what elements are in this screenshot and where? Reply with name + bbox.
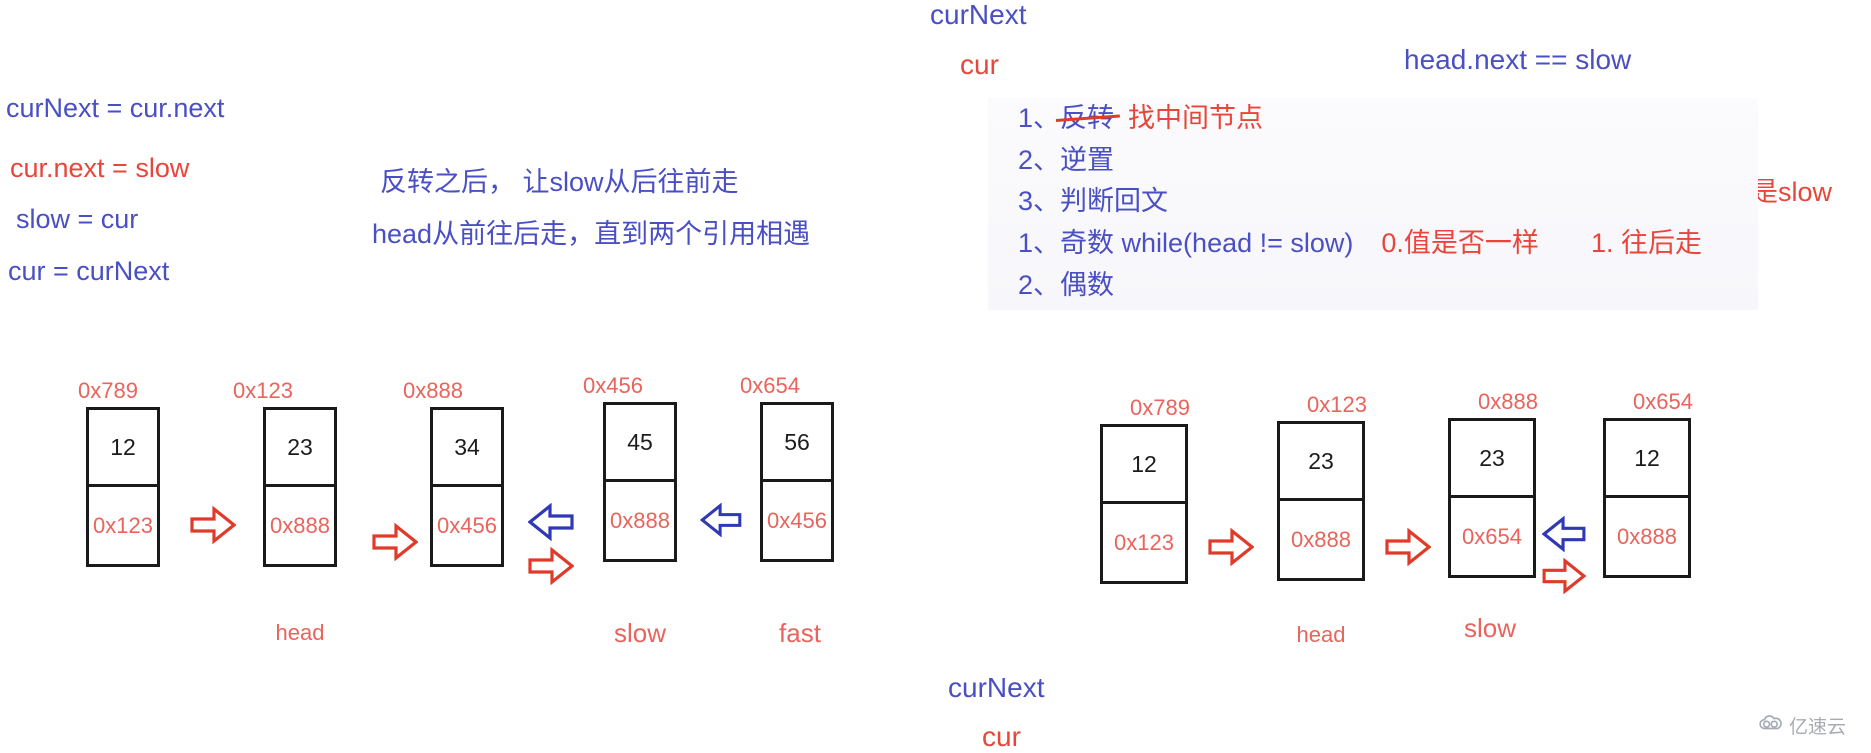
left-node-3: 34 0x456 bbox=[430, 407, 504, 567]
right-node-1: 12 0x123 bbox=[1100, 424, 1188, 584]
left-node-4-next-cell: 0x888 bbox=[606, 482, 674, 559]
right-arrow-red-right-1 bbox=[1208, 528, 1254, 566]
right-node-2-pointer-label: head bbox=[1296, 622, 1346, 647]
right-node-3-pointer-label: slow bbox=[1463, 613, 1516, 643]
right-node-3-address-label: 0x888 bbox=[1478, 389, 1538, 414]
left-node-2-next-address: 0x888 bbox=[270, 512, 330, 538]
right-node-3-value: 23 bbox=[1479, 444, 1505, 471]
left-node-5-value-cell: 56 bbox=[763, 405, 831, 482]
right-node-1-next-cell: 0x123 bbox=[1103, 504, 1185, 581]
left-node-4-value: 45 bbox=[627, 428, 653, 455]
left-node-1: 12 0x123 bbox=[86, 407, 160, 567]
left-node-2: 23 0x888 bbox=[263, 407, 337, 567]
left-node-1-address-label: 0x789 bbox=[78, 378, 138, 403]
step-2-number: 2、 bbox=[1018, 144, 1061, 175]
right-arrow-red-right-3 bbox=[1542, 558, 1586, 594]
left-node-4-pointer-label: slow bbox=[613, 618, 666, 648]
left-node-3-value: 34 bbox=[454, 433, 480, 460]
right-node-4-next-cell: 0x888 bbox=[1606, 498, 1688, 575]
right-node-4-next-address: 0x888 bbox=[1617, 523, 1677, 549]
right-node-2-next-cell: 0x888 bbox=[1280, 501, 1362, 578]
left-node-2-next-cell: 0x888 bbox=[266, 487, 334, 564]
left-node-3-next-cell: 0x456 bbox=[433, 487, 501, 564]
slide-canvas: curNext = cur.next cur.next = slow slow … bbox=[0, 0, 1871, 753]
left-node-3-address-label: 0x888 bbox=[403, 378, 463, 403]
left-node-5-address-label: 0x654 bbox=[740, 373, 800, 398]
right-cur-top-label: cur bbox=[960, 49, 999, 80]
left-node-4-address-label: 0x456 bbox=[583, 373, 643, 398]
right-node-4: 12 0x888 bbox=[1603, 418, 1691, 578]
left-node-2-pointer-label: head bbox=[275, 620, 325, 645]
left-node-3-value-cell: 34 bbox=[433, 410, 501, 487]
right-cur-next-top-label: curNext bbox=[930, 0, 1027, 30]
right-node-2-value-cell: 23 bbox=[1280, 424, 1362, 501]
left-node-1-value: 12 bbox=[110, 433, 136, 460]
left-node-1-value-cell: 12 bbox=[89, 410, 157, 487]
step-3-number: 3、 bbox=[1018, 186, 1061, 217]
left-node-2-address-label: 0x123 bbox=[233, 378, 293, 403]
right-node-4-value-cell: 12 bbox=[1606, 421, 1688, 498]
left-node-5-value: 56 bbox=[784, 428, 810, 455]
left-node-1-next-cell: 0x123 bbox=[89, 487, 157, 564]
left-node-4-value-cell: 45 bbox=[606, 405, 674, 482]
right-node-2-value: 23 bbox=[1308, 447, 1334, 474]
right-node-1-address-label: 0x789 bbox=[1130, 395, 1190, 420]
left-node-2-value-cell: 23 bbox=[266, 410, 334, 487]
right-arrow-blue-left-1 bbox=[1542, 516, 1586, 552]
left-node-4: 45 0x888 bbox=[603, 402, 677, 562]
step-4-number: 1、 bbox=[1018, 228, 1061, 259]
watermark-text: 亿速云 bbox=[1789, 717, 1847, 738]
right-linked-list-diagram: 0x789 12 0x123 0x123 23 0x888 head 0x888… bbox=[1080, 0, 1871, 753]
left-node-5-next-cell: 0x456 bbox=[763, 482, 831, 559]
right-node-4-address-label: 0x654 bbox=[1633, 389, 1693, 414]
watermark: 亿速云 bbox=[1758, 712, 1846, 739]
step-1-number: 1、 bbox=[1018, 103, 1061, 133]
left-node-1-next-address: 0x123 bbox=[93, 512, 153, 538]
right-node-1-next-address: 0x123 bbox=[1114, 529, 1174, 555]
left-node-5: 56 0x456 bbox=[760, 402, 834, 562]
right-cur-next-bottom-label: curNext bbox=[948, 672, 1045, 703]
left-node-4-next-address: 0x888 bbox=[610, 507, 670, 533]
right-node-3-value-cell: 23 bbox=[1451, 421, 1533, 498]
cloud-icon bbox=[1758, 714, 1784, 737]
right-node-4-value: 12 bbox=[1634, 444, 1660, 471]
right-node-1-value: 12 bbox=[1131, 450, 1157, 477]
left-node-5-pointer-label: fast bbox=[779, 618, 821, 648]
right-node-2-address-label: 0x123 bbox=[1307, 392, 1367, 417]
left-node-2-value: 23 bbox=[287, 433, 313, 460]
right-node-3-next-cell: 0x654 bbox=[1451, 498, 1533, 575]
right-node-2-next-address: 0x888 bbox=[1291, 526, 1351, 552]
right-arrow-red-right-2 bbox=[1385, 528, 1431, 566]
left-arrow-red-right-1 bbox=[190, 506, 236, 544]
right-node-2: 23 0x888 bbox=[1277, 421, 1365, 581]
left-linked-list-diagram: 0x789 12 0x123 0x123 23 0x888 head 0x888… bbox=[0, 0, 850, 753]
left-node-5-next-address: 0x456 bbox=[767, 507, 827, 533]
right-node-3: 23 0x654 bbox=[1448, 418, 1536, 578]
left-arrow-red-right-3 bbox=[528, 547, 574, 585]
left-arrow-blue-left-1 bbox=[528, 503, 574, 541]
right-node-1-value-cell: 12 bbox=[1103, 427, 1185, 504]
left-arrow-blue-left-2 bbox=[700, 503, 742, 537]
left-arrow-red-right-2 bbox=[372, 523, 418, 561]
left-node-3-next-address: 0x456 bbox=[437, 512, 497, 538]
step-5-number: 2、 bbox=[1018, 269, 1061, 300]
right-node-3-next-address: 0x654 bbox=[1462, 523, 1522, 549]
right-cur-bottom-label: cur bbox=[982, 721, 1021, 752]
